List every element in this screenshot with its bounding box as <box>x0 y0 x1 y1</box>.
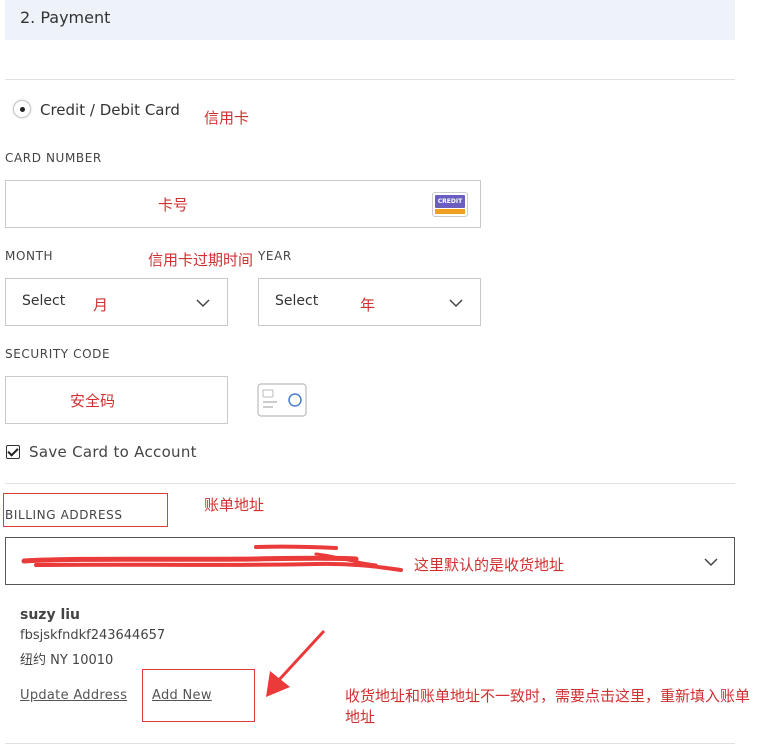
chevron-down-icon <box>704 558 718 567</box>
year-label: YEAR <box>258 249 292 263</box>
month-select[interactable]: Select <box>5 278 228 326</box>
annotation-credit-card: 信用卡 <box>204 109 250 127</box>
section-header: 2. Payment <box>5 0 735 40</box>
annotation-card-number: 卡号 <box>158 196 189 214</box>
annotation-month: 月 <box>93 296 109 314</box>
month-select-value: Select <box>22 293 66 309</box>
billing-address-select[interactable] <box>5 537 735 585</box>
card-number-input[interactable]: CREDIT <box>5 180 481 228</box>
annotation-add-new: 收货地址和账单地址不一致时，需要点击这里，重新填入账单地址 <box>345 687 751 726</box>
address-line-2: 纽约 NY 10010 <box>20 653 114 668</box>
year-select-value: Select <box>275 293 319 309</box>
save-card-label[interactable]: Save Card to Account <box>29 443 197 461</box>
divider <box>5 79 735 80</box>
card-cvv-icon <box>257 383 307 417</box>
annotation-billing-address: 账单地址 <box>204 496 265 514</box>
payment-method-label[interactable]: Credit / Debit Card <box>40 101 180 119</box>
billing-address-label: BILLING ADDRESS <box>5 508 123 522</box>
month-label: MONTH <box>5 249 54 263</box>
credit-card-radio[interactable] <box>13 100 31 118</box>
redacted-address-scribble <box>21 544 403 572</box>
security-code-label: SECURITY CODE <box>5 347 111 361</box>
address-line-1: fbsjskfndkf243644657 <box>20 628 166 643</box>
card-number-label: CARD NUMBER <box>5 151 102 165</box>
chevron-down-icon <box>449 299 463 308</box>
section-title: 2. Payment <box>20 8 111 27</box>
annotation-expiry: 信用卡过期时间 <box>148 251 254 269</box>
annotation-arrow <box>266 629 326 697</box>
save-card-checkbox[interactable] <box>6 445 20 459</box>
address-name: suzy liu <box>20 607 81 623</box>
divider <box>5 483 735 484</box>
chevron-down-icon <box>196 299 210 308</box>
annotation-security-code: 安全码 <box>70 392 116 410</box>
add-new-link[interactable]: Add New <box>152 688 212 703</box>
annotation-default-shipping: 这里默认的是收货地址 <box>414 556 565 574</box>
annotation-year: 年 <box>360 296 376 314</box>
update-address-link[interactable]: Update Address <box>20 688 127 703</box>
security-code-input[interactable] <box>5 376 228 424</box>
credit-card-icon: CREDIT <box>432 192 468 217</box>
